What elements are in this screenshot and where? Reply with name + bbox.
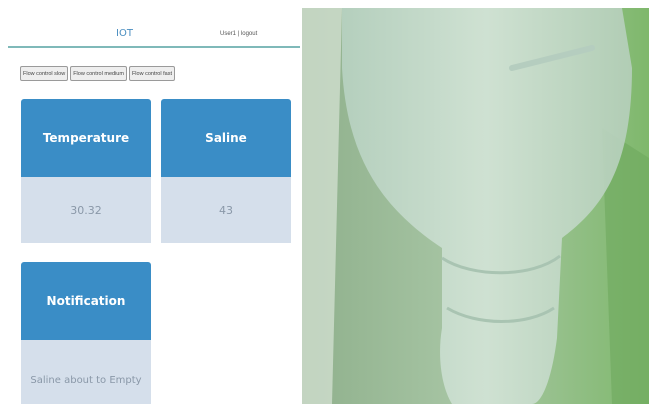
top-navbar: IOT User1 | logout <box>8 0 300 48</box>
notification-card: Notification Saline about to Empty <box>21 262 151 404</box>
notification-message: Saline about to Empty <box>21 340 151 404</box>
temperature-value: 30.32 <box>21 177 151 243</box>
flow-control-fast-button[interactable]: Flow control fast <box>128 66 175 81</box>
temperature-card: Temperature 30.32 <box>21 99 151 243</box>
saline-bottle-photo <box>302 8 649 404</box>
app-title[interactable]: IOT <box>116 28 133 39</box>
temperature-card-title: Temperature <box>21 99 151 177</box>
dashboard-pane: IOT User1 | logout Flow control slow Flo… <box>0 0 300 404</box>
user-logout-link[interactable]: User1 | logout <box>220 31 257 37</box>
saline-card: Saline 43 <box>161 99 291 243</box>
flow-control-medium-button[interactable]: Flow control medium <box>70 66 127 81</box>
notification-card-title: Notification <box>21 262 151 340</box>
saline-value: 43 <box>161 177 291 243</box>
flow-control-toolbar: Flow control slow Flow control medium Fl… <box>20 66 175 81</box>
flow-control-slow-button[interactable]: Flow control slow <box>20 66 69 81</box>
saline-card-title: Saline <box>161 99 291 177</box>
saline-bottle-illustration <box>302 8 649 404</box>
